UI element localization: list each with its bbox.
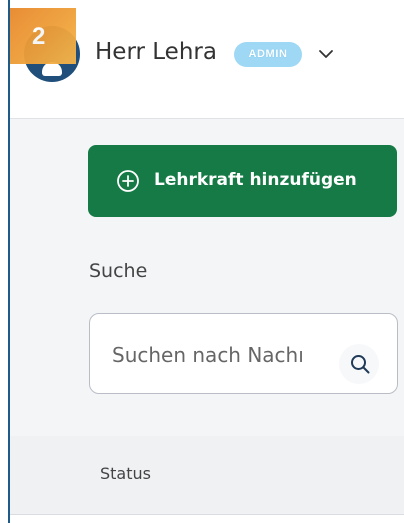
- search-field[interactable]: [89, 313, 398, 394]
- app-frame: 2 Herr Lehra ADMIN Lehrkraft hinzufügen …: [0, 0, 404, 523]
- person-icon: [42, 62, 62, 76]
- table-body: [10, 515, 404, 523]
- step-number: 2: [32, 23, 46, 50]
- search-input[interactable]: [112, 340, 340, 370]
- step-number-badge: 2: [8, 8, 76, 64]
- window-left-border: [8, 0, 10, 523]
- search-label: Suche: [89, 260, 148, 282]
- role-badge: ADMIN: [234, 42, 302, 67]
- user-name[interactable]: Herr Lehra: [95, 41, 217, 64]
- column-header-status[interactable]: Status: [100, 466, 151, 482]
- chevron-down-icon[interactable]: [316, 44, 336, 64]
- role-badge-label: ADMIN: [248, 48, 288, 60]
- add-teacher-label: Lehrkraft hinzufügen: [154, 170, 357, 190]
- table-header: [10, 436, 404, 514]
- search-icon: [351, 355, 370, 374]
- plus-circle-icon: [117, 170, 139, 192]
- search-button[interactable]: [339, 344, 379, 384]
- add-teacher-button[interactable]: Lehrkraft hinzufügen: [88, 145, 397, 217]
